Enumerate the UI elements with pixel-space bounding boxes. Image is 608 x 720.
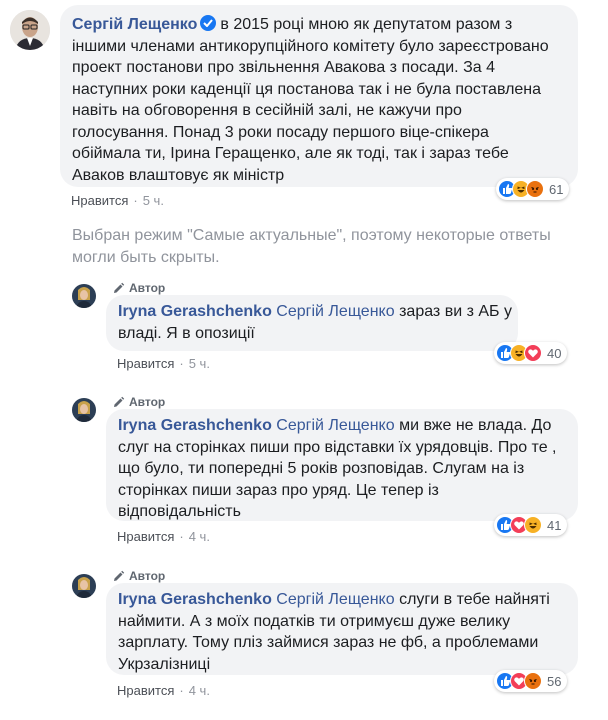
sort-notice: Выбран режим "Самые актуальные", поэтому… xyxy=(72,227,551,266)
mention-tag[interactable]: Сергій Лещенко xyxy=(276,303,394,320)
reactions-summary[interactable]: 56 xyxy=(494,670,568,692)
reply-line: наймити. А з моїх податків ти отримуєш д… xyxy=(118,612,511,630)
reply-line: відповідальність xyxy=(118,503,241,520)
reactions-summary[interactable]: 41 xyxy=(494,514,568,536)
reply-author[interactable]: Iryna Gerashchenko xyxy=(118,417,272,434)
author-badge-label: Автор xyxy=(129,569,166,583)
comment-line: наступних роки каденції ця постанова так… xyxy=(72,80,542,98)
avatar[interactable] xyxy=(72,398,96,422)
reply-line: зарплату. Тому пліз займися зараз не фб,… xyxy=(118,634,539,651)
comment-line: проект постанови про звільнення Авакова … xyxy=(72,59,495,76)
mention-tag[interactable]: Сергій Лещенко xyxy=(276,417,394,434)
reaction-count: 61 xyxy=(549,181,564,197)
reply-line: сторінках пиши зараз про уряд. Це тепер … xyxy=(118,481,439,499)
pencil-icon xyxy=(114,396,125,407)
comment-line: в 2015 році мною як депутатом разом з xyxy=(220,16,513,33)
reply-bubble: Iryna Gerashchenko Сергій Лещенко слуги … xyxy=(106,583,578,675)
reply-line: зараз ви з АБ у xyxy=(399,303,512,320)
reply-line: Укрзалізниці xyxy=(118,655,211,673)
reply-author[interactable]: Iryna Gerashchenko xyxy=(118,303,272,320)
author-badge: Автор xyxy=(112,281,165,295)
reply-bubble: Iryna Gerashchenko Сергій Лещенко ми вже… xyxy=(106,409,578,521)
comment-author[interactable]: Сергій Лещенко xyxy=(72,16,197,33)
reply-line: слуг на сторінках пиши про відставки їх … xyxy=(118,438,557,456)
love-icon xyxy=(524,344,542,362)
angry-icon xyxy=(524,672,542,690)
comment-line: іншими членами антикорупційного комітету… xyxy=(72,37,549,55)
pencil-icon xyxy=(114,570,125,581)
mention-tag[interactable]: Сергій Лещенко xyxy=(276,591,394,608)
author-badge-label: Автор xyxy=(129,281,166,295)
avatar[interactable] xyxy=(72,284,96,308)
comment-line: обіймала ти, Ірина Геращенко, але як тод… xyxy=(72,145,509,162)
avatar[interactable] xyxy=(10,10,50,50)
angry-icon xyxy=(526,180,544,198)
reply-line: ми вже не влада. До xyxy=(399,417,552,434)
reply-line: що було, ти попередні 5 років розповідав… xyxy=(118,460,525,477)
verified-icon xyxy=(200,15,217,31)
separator-dot: · xyxy=(179,356,184,371)
pencil-icon xyxy=(114,282,125,293)
author-badge-label: Автор xyxy=(129,395,166,409)
comment-bubble: Сергій Лещенко в 2015 році мною як депута… xyxy=(60,5,578,187)
like-button[interactable]: Нравится xyxy=(117,529,174,544)
separator-dot: · xyxy=(179,683,184,698)
like-button[interactable]: Нравится xyxy=(117,683,174,698)
reply-author[interactable]: Iryna Gerashchenko xyxy=(118,591,272,608)
reply-line: слуги в тебе найняті xyxy=(399,591,550,608)
comment-actions: Нравится · 5 ч. xyxy=(71,193,164,208)
reply-bubble: Iryna Gerashchenko Сергій Лещенко зараз … xyxy=(106,295,518,351)
haha-icon xyxy=(524,516,542,534)
author-badge: Автор xyxy=(112,395,165,409)
like-button[interactable]: Нравится xyxy=(71,193,128,208)
reply-time[interactable]: 4 ч. xyxy=(189,683,210,698)
reply-time[interactable]: 4 ч. xyxy=(189,529,210,544)
reply-time[interactable]: 5 ч. xyxy=(189,356,210,371)
like-button[interactable]: Нравится xyxy=(117,356,174,371)
comment-line: навіть на обговорення в сесійній залі, н… xyxy=(72,102,462,119)
author-badge: Автор xyxy=(112,569,165,583)
reaction-count: 40 xyxy=(547,345,562,361)
reactions-summary[interactable]: 40 xyxy=(494,342,568,364)
comment-time[interactable]: 5 ч. xyxy=(143,193,164,208)
comment-line: голосування. Понад 3 роки посаду першого… xyxy=(72,123,489,141)
reply-actions: Нравится · 4 ч. xyxy=(117,683,210,698)
reaction-count: 56 xyxy=(547,673,562,689)
reply-line: владі. Я в опозиції xyxy=(118,324,255,342)
reactions-summary[interactable]: 61 xyxy=(496,178,570,200)
reply-actions: Нравится · 5 ч. xyxy=(117,356,210,371)
avatar[interactable] xyxy=(72,574,96,598)
comment-line: Аваков влаштовує як міністр xyxy=(72,166,285,184)
separator-dot: · xyxy=(133,193,138,208)
separator-dot: · xyxy=(179,529,184,544)
reaction-count: 41 xyxy=(547,517,562,533)
reply-actions: Нравится · 4 ч. xyxy=(117,529,210,544)
